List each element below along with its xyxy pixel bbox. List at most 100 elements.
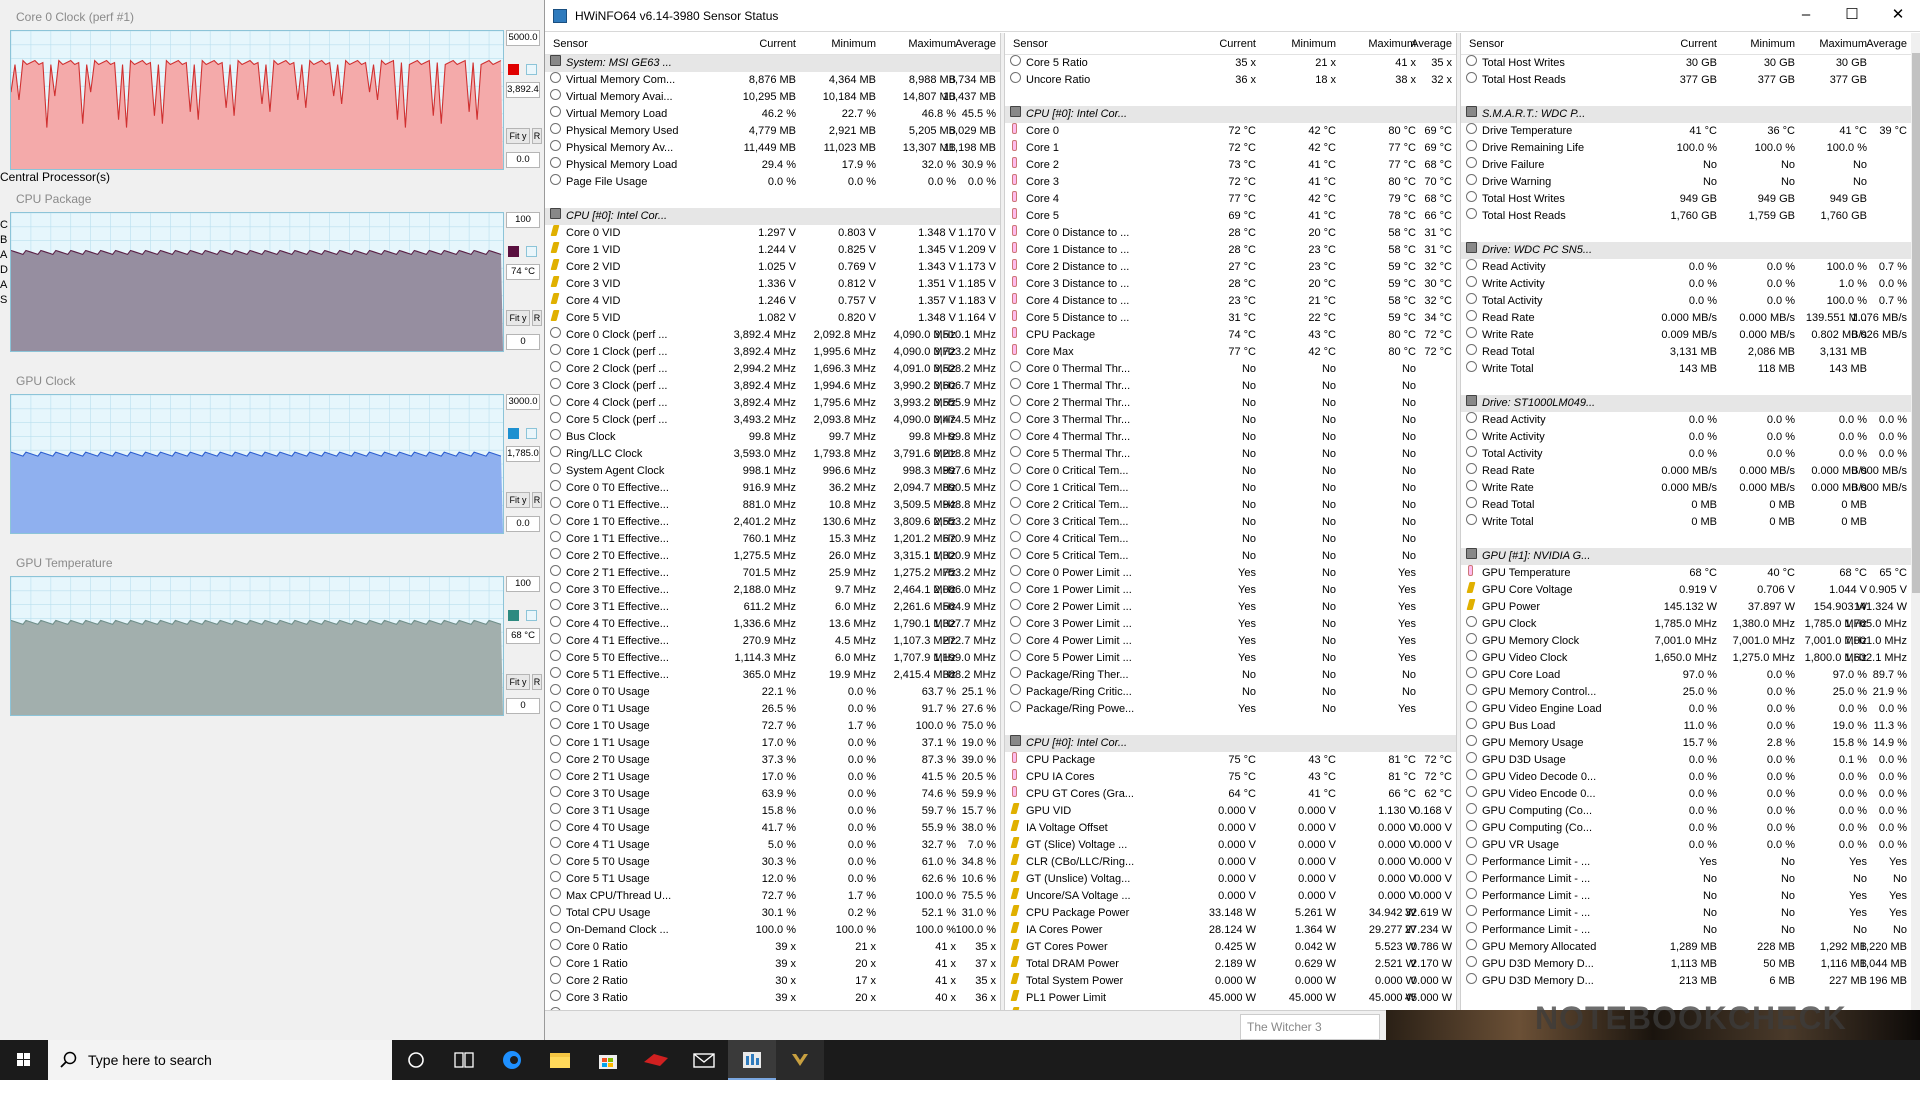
sensor-row[interactable]: CPU IA Cores 75 °C 43 °C 81 °C 72 °C [1005, 769, 1456, 786]
sensor-row[interactable]: Core 3 72 °C 41 °C 80 °C 70 °C [1005, 174, 1456, 191]
sensor-row[interactable]: Core 0 T1 Effective... 881.0 MHz 10.8 MHz 3… [545, 497, 1000, 514]
sensor-row[interactable]: Core 5 T0 Usage 30.3 % 0.0 % 61.0 % 34.8 % [545, 854, 1000, 871]
sensor-row[interactable]: Virtual Memory Avai... 10,295 MB 10,184 MB… [545, 89, 1000, 106]
hwinfo-window[interactable]: HWiNFO64 v6.14-3980 Sensor Status – ☐ ✕ … [544, 0, 1920, 1040]
sensor-row[interactable]: Core 1 72 °C 42 °C 77 °C 69 °C [1005, 140, 1456, 157]
sensor-row[interactable]: GPU Computing (Co... 0.0 % 0.0 % 0.0 % 0.0 % [1461, 803, 1911, 820]
sensor-row[interactable]: Core 3 Clock (perf ... 3,892.4 MHz 1,994.6… [545, 378, 1000, 395]
sensor-row[interactable]: Core 1 Critical Tem... No No No [1005, 480, 1456, 497]
sensor-row[interactable]: Virtual Memory Com... 8,876 MB 4,364 MB 8,9… [545, 72, 1000, 89]
sensor-group-header[interactable]: GPU [#1]: NVIDIA G... [1461, 548, 1911, 565]
sensor-row[interactable]: Core 1 Power Limit ... Yes No Yes [1005, 582, 1456, 599]
sensor-row[interactable]: Core 2 73 °C 41 °C 77 °C 68 °C [1005, 157, 1456, 174]
sensor-row[interactable]: Drive Remaining Life 100.0 % 100.0 % 100.0 … [1461, 140, 1911, 157]
sensor-row[interactable]: Core 2 Critical Tem... No No No [1005, 497, 1456, 514]
vertical-scrollbar[interactable] [1911, 33, 1920, 1010]
sensor-row[interactable]: GPU Core Voltage 0.919 V 0.706 V 1.044 V 0.9… [1461, 582, 1911, 599]
graph-max-value[interactable]: 3000.0 [506, 394, 540, 410]
sensor-row[interactable]: GT (Unslice) Voltag... 0.000 V 0.000 V 0.00… [1005, 871, 1456, 888]
sensor-row[interactable]: CPU GT Cores (Gra... 64 °C 41 °C 66 °C 62 °C [1005, 786, 1456, 803]
sensor-row[interactable]: Ring/LLC Clock 3,593.0 MHz 1,793.8 MHz 3,79… [545, 446, 1000, 463]
header-maximum[interactable]: Maximum [1819, 33, 1867, 55]
sensor-row[interactable]: GPU Video Encode 0... 0.0 % 0.0 % 0.0 % 0.0 … [1461, 786, 1911, 803]
sensor-row[interactable]: Core 0 Thermal Thr... No No No [1005, 361, 1456, 378]
sensor-row[interactable]: GPU Temperature 68 °C 40 °C 68 °C 65 °C [1461, 565, 1911, 582]
witcher-taskbar-button[interactable] [776, 1040, 824, 1080]
sensor-row[interactable]: Core 4 Clock (perf ... 3,892.4 MHz 1,795.6… [545, 395, 1000, 412]
sensor-row[interactable]: Core 2 T1 Effective... 701.5 MHz 25.9 MHz 1… [545, 565, 1000, 582]
sensor-row[interactable]: Write Rate 0.009 MB/s 0.000 MB/s 0.802 MB/s… [1461, 327, 1911, 344]
sensor-row[interactable]: Drive Temperature 41 °C 36 °C 41 °C 39 °C [1461, 123, 1911, 140]
sensor-row[interactable]: Core 5 Critical Tem... No No No [1005, 548, 1456, 565]
sensor-row[interactable]: Performance Limit - ... No No Yes Yes [1461, 905, 1911, 922]
sensor-row[interactable]: Core 1 VID 1.244 V 0.825 V 1.345 V 1.209 V [545, 242, 1000, 259]
sensor-row[interactable]: Total System Power 0.000 W 0.000 W 0.000 W0… [1005, 973, 1456, 990]
sensor-row[interactable]: Core 1 T0 Effective... 2,401.2 MHz 130.6 M… [545, 514, 1000, 531]
header-minimum[interactable]: Minimum [1750, 33, 1795, 55]
sensor-row[interactable]: Core 4 T1 Effective... 270.9 MHz 4.5 MHz 1,… [545, 633, 1000, 650]
sensor-row[interactable]: GPU VID 0.000 V 0.000 V 1.130 V 0.168 V [1005, 803, 1456, 820]
sensor-row[interactable]: GPU Computing (Co... 0.0 % 0.0 % 0.0 % 0.0 % [1461, 820, 1911, 837]
store-taskbar-button[interactable] [584, 1040, 632, 1080]
sensor-row[interactable]: Core 0 T0 Usage 22.1 % 0.0 % 63.7 % 25.1 % [545, 684, 1000, 701]
sensor-row[interactable]: Read Total 0 MB 0 MB 0 MB [1461, 497, 1911, 514]
sensor-row[interactable]: Core 4 Distance to ... 23 °C 21 °C 58 °C 32 … [1005, 293, 1456, 310]
sensor-row[interactable]: Total CPU Usage 30.1 % 0.2 % 52.1 % 31.0 % [545, 905, 1000, 922]
sensor-row[interactable]: Core 2 T0 Usage 37.3 % 0.0 % 87.3 % 39.0 % [545, 752, 1000, 769]
sensor-row[interactable]: Page File Usage 0.0 % 0.0 % 0.0 % 0.0 % [545, 174, 1000, 191]
reset-button[interactable]: R [532, 128, 542, 144]
graph-panel-2[interactable]: GPU Clock 3000.0 1,785.0 Fit y R 0.0 [8, 372, 542, 552]
sensor-column-3[interactable]: Sensor Current Minimum Maximum Average Total … [1461, 33, 1911, 1010]
column-header[interactable]: Sensor Current Minimum Maximum Average [1461, 33, 1911, 55]
sensor-group-header[interactable]: System: MSI GE63 ... [545, 55, 1000, 72]
task-view-button[interactable] [440, 1040, 488, 1080]
sensor-row[interactable]: Performance Limit - ... No No No No [1461, 871, 1911, 888]
sensor-row[interactable]: CPU Package Power 33.148 W 5.261 W 34.942 W… [1005, 905, 1456, 922]
sensor-row[interactable]: Bus Clock 99.8 MHz 99.7 MHz 99.8 MHz 99.8 MH… [545, 429, 1000, 446]
sensor-group-header[interactable]: CPU [#0]: Intel Cor... [545, 208, 1000, 225]
sensor-row[interactable]: Package/Ring Ther... No No No [1005, 667, 1456, 684]
sensor-row[interactable]: Package/Ring Critic... No No No [1005, 684, 1456, 701]
sensor-row[interactable]: Core 3 Distance to ... 28 °C 20 °C 59 °C 30 … [1005, 276, 1456, 293]
fit-y-button[interactable]: Fit y [506, 674, 530, 690]
sensor-row[interactable]: Core 2 Ratio 30 x 17 x 41 x 35 x [545, 973, 1000, 990]
sensor-row[interactable]: GPU Core Load 97.0 % 0.0 % 97.0 % 89.7 % [1461, 667, 1911, 684]
header-maximum[interactable]: Maximum [1368, 33, 1416, 55]
file-explorer-taskbar-button[interactable] [536, 1040, 584, 1080]
sensor-row[interactable]: Core 2 VID 1.025 V 0.769 V 1.343 V 1.173 V [545, 259, 1000, 276]
sensor-row[interactable]: Core 4 Power Limit ... Yes No Yes [1005, 633, 1456, 650]
mail-taskbar-button[interactable] [680, 1040, 728, 1080]
sensor-row[interactable]: Core 3 T0 Usage 63.9 % 0.0 % 74.6 % 59.9 % [545, 786, 1000, 803]
sensor-row[interactable]: Core 4 Critical Tem... No No No [1005, 531, 1456, 548]
reset-button[interactable]: R [532, 674, 542, 690]
sensor-row[interactable]: Core 4 T0 Usage 41.7 % 0.0 % 55.9 % 38.0 % [545, 820, 1000, 837]
sensor-row[interactable]: Core 5 Thermal Thr... No No No [1005, 446, 1456, 463]
sensor-row[interactable]: Core 5 T0 Effective... 1,114.3 MHz 6.0 MHz… [545, 650, 1000, 667]
sensor-row[interactable]: Performance Limit - ... No No Yes Yes [1461, 888, 1911, 905]
sensor-row[interactable]: Core 4 77 °C 42 °C 79 °C 68 °C [1005, 191, 1456, 208]
sensor-row[interactable]: Core 3 Thermal Thr... No No No [1005, 412, 1456, 429]
header-current[interactable]: Current [759, 33, 796, 55]
sensor-row[interactable]: Performance Limit - ... No No No No [1461, 922, 1911, 939]
reset-button[interactable]: R [532, 492, 542, 508]
sensor-row[interactable]: Read Rate 0.000 MB/s 0.000 MB/s 139.551 M..… [1461, 310, 1911, 327]
sensor-row[interactable]: GPU D3D Usage 0.0 % 0.0 % 0.1 % 0.0 % [1461, 752, 1911, 769]
sensor-row[interactable]: Total Activity 0.0 % 0.0 % 0.0 % 0.0 % [1461, 446, 1911, 463]
sensor-row[interactable]: Write Total 143 MB 118 MB 143 MB [1461, 361, 1911, 378]
sensor-column-2[interactable]: Sensor Current Minimum Maximum Average Core 5… [1005, 33, 1456, 1010]
sensor-row[interactable]: GPU D3D Memory D... 1,113 MB 50 MB 1,116 MB… [1461, 956, 1911, 973]
reset-button[interactable]: R [532, 310, 542, 326]
header-minimum[interactable]: Minimum [1291, 33, 1336, 55]
sensor-row[interactable]: GPU Video Clock 1,650.0 MHz 1,275.0 MHz 1,8… [1461, 650, 1911, 667]
sensor-row[interactable]: Total DRAM Power 2.189 W 0.629 W 2.521 W 2.1… [1005, 956, 1456, 973]
graph-color-swatch[interactable] [508, 610, 519, 621]
sensor-row[interactable]: Virtual Memory Load 46.2 % 22.7 % 46.8 % 45.… [545, 106, 1000, 123]
sensor-row[interactable]: GPU Bus Load 11.0 % 0.0 % 19.0 % 11.3 % [1461, 718, 1911, 735]
sensor-row[interactable]: Core 3 T1 Effective... 611.2 MHz 6.0 MHz 2,… [545, 599, 1000, 616]
sensor-row[interactable]: GT Cores Power 0.425 W 0.042 W 5.523 W 0.786… [1005, 939, 1456, 956]
fit-y-button[interactable]: Fit y [506, 492, 530, 508]
taskbar-search-box[interactable]: Type here to search [48, 1040, 392, 1080]
sensor-row[interactable]: Core 3 T1 Usage 15.8 % 0.0 % 59.7 % 15.7 % [545, 803, 1000, 820]
sensor-row[interactable]: Core 0 T0 Effective... 916.9 MHz 36.2 MHz 2… [545, 480, 1000, 497]
sensor-row[interactable]: Total Host Reads 377 GB 377 GB 377 GB [1461, 72, 1911, 89]
